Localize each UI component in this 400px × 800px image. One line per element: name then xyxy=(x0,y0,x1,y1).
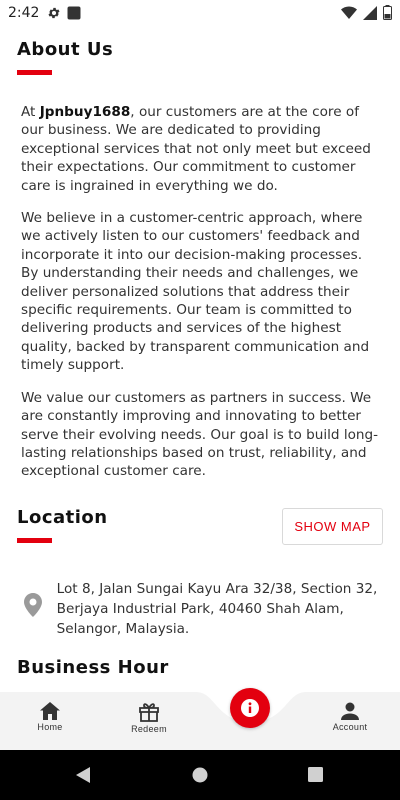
info-icon xyxy=(241,699,259,717)
account-icon xyxy=(341,702,359,720)
nav-label-home: Home xyxy=(37,722,63,732)
address-row: Lot 8, Jalan Sungai Kayu Ara 32/38, Sect… xyxy=(17,579,383,639)
about-p1-prefix: At xyxy=(21,104,40,120)
brand-name: Jpnbuy1688 xyxy=(39,104,131,120)
about-paragraph-2: We believe in a customer-centric approac… xyxy=(21,210,370,374)
gear-icon xyxy=(48,7,60,18)
app-square-icon xyxy=(67,6,81,19)
location-section: Location SHOW MAP Lot 8, Jalan Sungai Ka… xyxy=(17,507,383,639)
about-paragraph-1: At Jpnbuy1688, our customers are at the … xyxy=(21,103,383,195)
status-bar: 2:42 xyxy=(0,0,400,25)
nav-item-redeem[interactable]: Redeem xyxy=(114,702,184,734)
about-underline xyxy=(17,70,52,75)
nav-item-account[interactable]: Account xyxy=(315,702,385,732)
back-icon[interactable] xyxy=(75,767,91,783)
status-time: 2:42 xyxy=(8,4,40,21)
address-text: Lot 8, Jalan Sungai Kayu Ara 32/38, Sect… xyxy=(56,581,378,637)
about-section: About Us At Jpnbuy1688, our customers ar… xyxy=(17,39,383,495)
home-circle-icon[interactable] xyxy=(192,767,208,783)
info-fab-button[interactable] xyxy=(230,688,270,728)
gift-icon xyxy=(139,703,159,722)
show-map-button[interactable]: SHOW MAP xyxy=(282,508,383,545)
status-left-icons xyxy=(47,6,81,20)
bottom-navigation: Home Redeem Account xyxy=(0,682,400,750)
about-title: About Us xyxy=(17,39,114,60)
signal-icon xyxy=(363,5,377,20)
about-text: At Jpnbuy1688, our customers are at the … xyxy=(17,103,383,481)
nav-item-home[interactable]: Home xyxy=(15,702,85,732)
business-hour-title: Business Hour xyxy=(17,657,169,678)
battery-icon xyxy=(383,5,392,20)
home-icon xyxy=(40,702,60,720)
about-paragraph-3: We value our customers as partners in su… xyxy=(21,389,379,480)
recents-icon[interactable] xyxy=(308,767,323,782)
location-title-block: Location xyxy=(17,507,108,543)
business-hour-section: Business Hour xyxy=(17,657,169,678)
status-right-icons xyxy=(341,5,392,20)
location-underline xyxy=(17,538,52,543)
nav-label-redeem: Redeem xyxy=(131,724,167,734)
location-pin-icon xyxy=(17,579,57,622)
location-header: Location SHOW MAP xyxy=(17,507,383,545)
wifi-icon xyxy=(341,5,357,19)
nav-label-account: Account xyxy=(332,722,368,732)
location-title: Location xyxy=(17,507,108,528)
content-area[interactable]: About Us At Jpnbuy1688, our customers ar… xyxy=(0,25,400,692)
system-navigation-bar xyxy=(0,750,400,800)
